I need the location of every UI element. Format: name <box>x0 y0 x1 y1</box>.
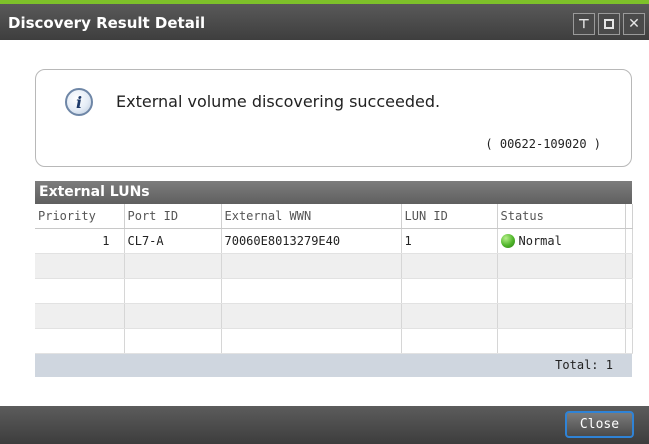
info-icon: i <box>65 88 93 116</box>
pin-icon: ⊤ <box>578 16 590 32</box>
title-bar[interactable]: Discovery Result Detail ⊤ ✕ <box>0 0 649 40</box>
window-title: Discovery Result Detail <box>8 14 206 32</box>
table-row-empty <box>35 328 633 354</box>
cell-lun-id: 1 <box>401 228 498 254</box>
close-button[interactable]: Close <box>565 411 634 438</box>
message-text: External volume discovering succeeded. <box>116 92 441 111</box>
close-window-button[interactable]: ✕ <box>623 13 645 35</box>
table-row-empty <box>35 303 633 329</box>
close-icon: ✕ <box>628 16 640 32</box>
cell-status: Normal <box>497 228 626 254</box>
column-header-status[interactable]: Status <box>497 204 626 229</box>
cell-external-wwn: 70060E8013279E40 <box>221 228 402 254</box>
cell-port-id: CL7-A <box>124 228 222 254</box>
column-header-spacer <box>625 204 633 229</box>
column-header-port-id[interactable]: Port ID <box>124 204 222 229</box>
restore-icon <box>604 19 614 29</box>
column-header-priority[interactable]: Priority <box>35 204 125 229</box>
table-row-empty <box>35 253 633 279</box>
column-header-lun-id[interactable]: LUN ID <box>401 204 498 229</box>
status-normal-icon <box>500 234 515 248</box>
external-luns-panel: External LUNs Priority Port ID External … <box>35 181 633 395</box>
external-luns-table: Priority Port ID External WWN LUN ID Sta… <box>35 204 633 354</box>
table-header-row: Priority Port ID External WWN LUN ID Sta… <box>35 204 633 229</box>
total-value: 1 <box>605 358 613 372</box>
panel-title: External LUNs <box>35 181 632 204</box>
dialog-window: Discovery Result Detail ⊤ ✕ i External v… <box>0 0 649 444</box>
status-text: Normal <box>518 234 562 248</box>
pin-button[interactable]: ⊤ <box>573 13 595 35</box>
table-row-empty <box>35 278 633 304</box>
column-header-external-wwn[interactable]: External WWN <box>221 204 402 229</box>
table-footer: Total: 1 <box>35 354 632 377</box>
dialog-footer: Close <box>0 406 649 444</box>
message-code: ( 00622-109020 ) <box>485 137 601 151</box>
window-controls: ⊤ ✕ <box>573 13 645 35</box>
table-row[interactable]: 1 CL7-A 70060E8013279E40 1 Normal <box>35 228 633 254</box>
restore-button[interactable] <box>598 13 620 35</box>
cell-spacer <box>625 228 633 254</box>
total-label: Total: <box>555 358 599 372</box>
cell-priority: 1 <box>35 228 125 254</box>
message-box: i External volume discovering succeeded.… <box>35 69 632 167</box>
